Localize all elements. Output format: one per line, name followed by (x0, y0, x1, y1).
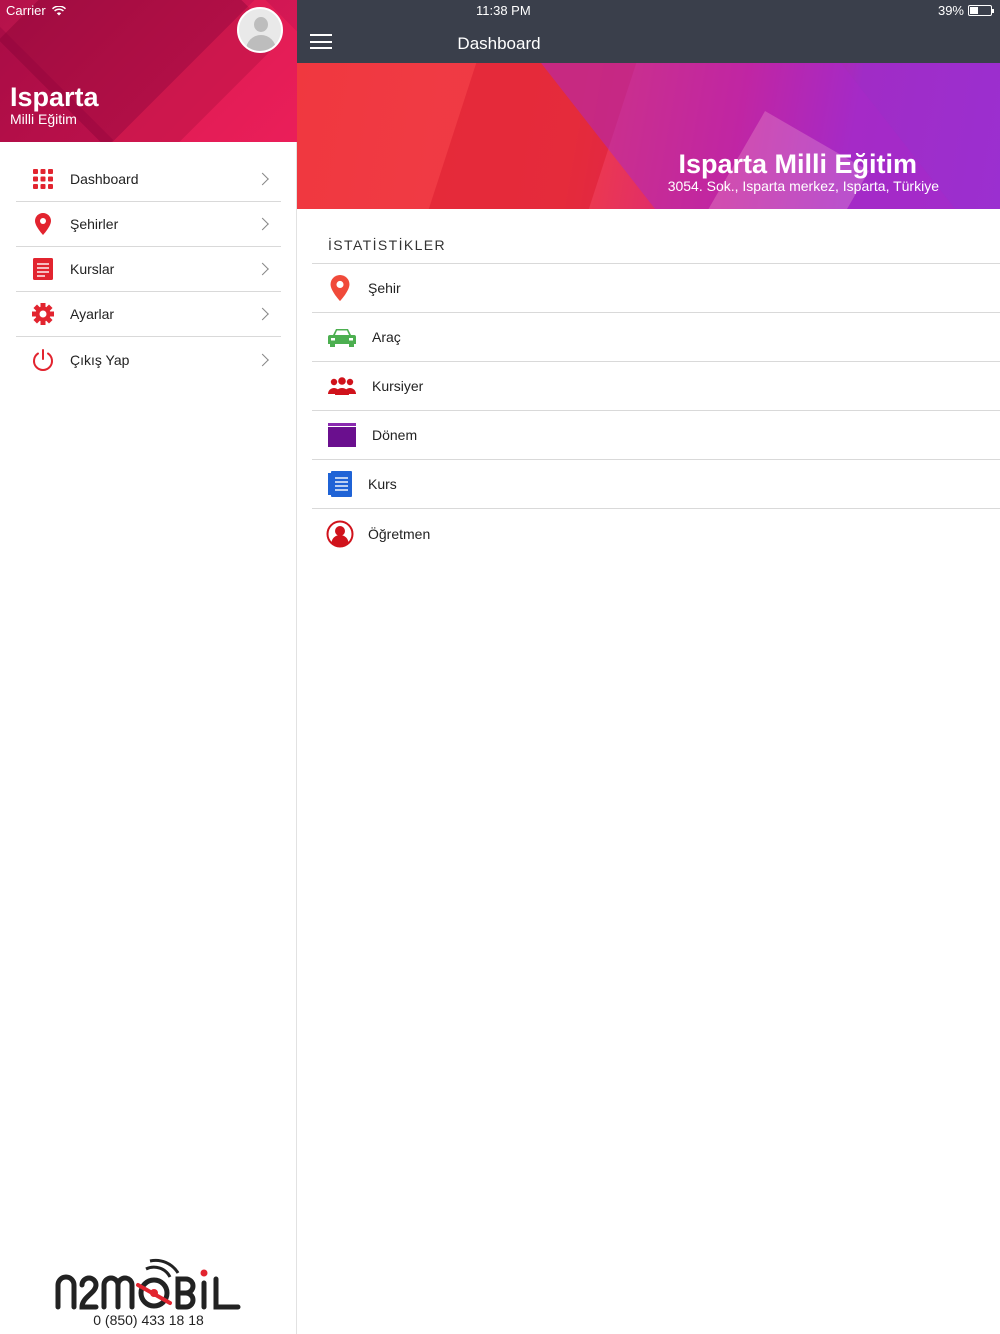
main-content: Dashboard Isparta Milli Eğitim 3054. Sok… (297, 0, 1000, 1334)
sidebar-title: Isparta (10, 82, 99, 112)
stat-row-kursiyer[interactable]: Kursiyer (312, 362, 1000, 411)
stat-label: Öğretmen (368, 525, 431, 542)
stat-label: Dönem (372, 427, 418, 443)
sidebar-item-label: Ayarlar (70, 306, 115, 322)
grid-icon (16, 169, 70, 189)
sidebar: Isparta Milli Eğitim Dashboard Şehirler … (0, 0, 297, 1334)
sidebar-menu: Dashboard Şehirler Kurslar Ayarlar Çıkış… (16, 157, 281, 382)
brand-phone: 0 (850) 433 18 18 (93, 1312, 204, 1328)
stat-label: Kursiyer (372, 378, 424, 394)
battery-percent: 39% (937, 3, 964, 18)
users-icon (312, 377, 372, 395)
hamburger-line (310, 34, 332, 36)
gear-icon (16, 303, 70, 325)
hamburger-line (310, 40, 332, 43)
status-time: 11:38 PM (476, 3, 531, 18)
banner-address: 3054. Sok., Isparta merkez, Isparta, Tür… (667, 178, 939, 194)
car-icon (312, 327, 372, 347)
sidebar-item-ayarlar[interactable]: Ayarlar (16, 292, 281, 337)
stat-row-ogretmen[interactable]: Öğretmen (312, 509, 1000, 558)
hamburger-line (310, 47, 332, 49)
sidebar-item-dashboard[interactable]: Dashboard (16, 157, 281, 202)
sidebar-item-kurslar[interactable]: Kurslar (16, 247, 281, 292)
sidebar-item-sehirler[interactable]: Şehirler (16, 202, 281, 247)
banner-title: Isparta Milli Eğitim (678, 149, 917, 179)
brand-logo (54, 1255, 244, 1311)
calendar-block-icon (312, 423, 372, 447)
location-pin-icon (16, 213, 70, 235)
document-icon (312, 471, 368, 497)
avatar-body (246, 35, 276, 51)
sidebar-item-label: Dashboard (70, 171, 139, 187)
stat-row-sehir[interactable]: Şehir (312, 264, 1000, 313)
wifi-icon (51, 5, 66, 15)
stat-label: Kurs (368, 476, 397, 492)
status-bar: Carrier 11:38 PM 39% (0, 0, 1000, 22)
carrier: Carrier (6, 3, 66, 18)
sidebar-item-cikis-yap[interactable]: Çıkış Yap (16, 337, 281, 382)
teacher-icon (312, 520, 368, 548)
chevron-right-icon (256, 307, 269, 321)
banner: Isparta Milli Eğitim 3054. Sok., Isparta… (297, 63, 1000, 209)
sidebar-item-label: Şehirler (70, 216, 119, 232)
stat-row-arac[interactable]: Araç (312, 313, 1000, 362)
sidebar-item-label: Çıkış Yap (70, 351, 130, 368)
stat-label: Şehir (368, 280, 401, 296)
power-icon (16, 348, 70, 372)
location-pin-icon (312, 275, 368, 301)
document-icon (16, 258, 70, 280)
battery-level (970, 7, 978, 14)
chevron-right-icon (256, 217, 269, 231)
stat-row-kurs[interactable]: Kurs (312, 460, 1000, 509)
stats-header: İSTATİSTİKLER (312, 221, 1000, 264)
chevron-right-icon (256, 262, 269, 276)
battery-icon (968, 5, 994, 16)
sidebar-item-label: Kurslar (70, 261, 115, 277)
hamburger-menu-icon[interactable] (310, 34, 332, 49)
sidebar-subtitle: Milli Eğitim (10, 111, 77, 127)
stat-row-donem[interactable]: Dönem (312, 411, 1000, 460)
stat-label: Araç (372, 329, 401, 345)
page-title: Dashboard (457, 34, 541, 53)
stats-list: İSTATİSTİKLER Şehir Araç Kursiyer Dönem … (312, 221, 1000, 558)
chevron-right-icon (256, 172, 269, 186)
chevron-right-icon (256, 353, 269, 366)
carrier-label: Carrier (6, 3, 46, 18)
battery: 39% (937, 3, 994, 18)
